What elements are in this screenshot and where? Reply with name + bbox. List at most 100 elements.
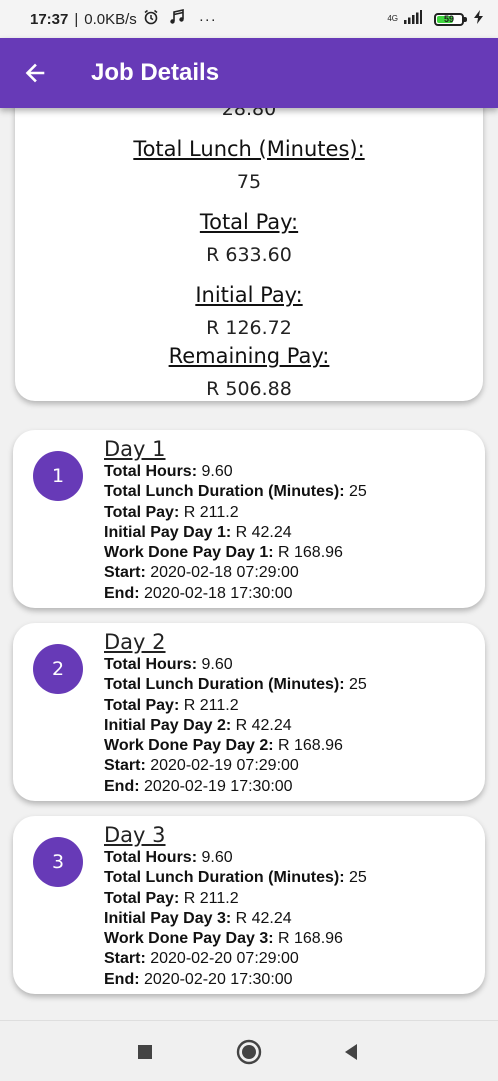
- end-row: End: 2020-02-19 17:30:00: [104, 777, 475, 797]
- total-lunch-value: 75: [236, 171, 262, 193]
- home-circle-icon: [236, 1039, 262, 1065]
- day-title: Day 1: [104, 437, 166, 461]
- row-label: Work Done Pay Day 1:: [104, 544, 274, 562]
- end-row: End: 2020-02-20 17:30:00: [104, 970, 475, 990]
- status-divider: |: [74, 10, 79, 28]
- status-time: 17:37: [30, 10, 69, 28]
- row-value: R 211.2: [183, 696, 239, 714]
- home-button[interactable]: [236, 1039, 262, 1065]
- signal-icon: [404, 10, 422, 28]
- row-value: R 168.96: [278, 737, 343, 755]
- remaining-pay-value: R 506.88: [206, 378, 292, 400]
- row-value: R 42.24: [235, 909, 292, 927]
- row-label: Total Hours:: [104, 849, 198, 866]
- row-label: Total Hours:: [104, 463, 198, 480]
- total-pay-row: Total Pay: R 211.2: [104, 696, 475, 716]
- total-pay-value: R 633.60: [206, 244, 292, 266]
- row-label: End:: [104, 970, 140, 988]
- row-value: R 211.2: [183, 503, 239, 521]
- remaining-pay-label: Remaining Pay:: [168, 344, 330, 368]
- back-nav-button[interactable]: [338, 1039, 364, 1065]
- work-done-pay-row: Work Done Pay Day 3: R 168.96: [104, 929, 475, 949]
- row-label: Total Lunch Duration (Minutes):: [104, 483, 345, 501]
- row-label: Total Pay:: [104, 696, 180, 714]
- day-card[interactable]: 2 Day 2 Total Hours: 9.60 Total Lunch Du…: [13, 623, 485, 801]
- row-label: Total Lunch Duration (Minutes):: [104, 869, 345, 887]
- day-card[interactable]: 1 Day 1 Total Hours: 9.60 Total Lunch Du…: [13, 430, 485, 608]
- row-value: 2020-02-20 07:29:00: [150, 950, 299, 968]
- row-label: Start:: [104, 564, 146, 582]
- initial-pay-row: Initial Pay Day 2: R 42.24: [104, 716, 475, 736]
- start-row: Start: 2020-02-19 07:29:00: [104, 756, 475, 776]
- day-card[interactable]: 3 Day 3 Total Hours: 9.60 Total Lunch Du…: [13, 816, 485, 994]
- back-button[interactable]: [0, 38, 70, 108]
- network-type-icon: 4G: [387, 15, 398, 23]
- day-number-badge: 1: [33, 451, 83, 501]
- row-value: 2020-02-18 07:29:00: [150, 564, 299, 582]
- job-summary-card: 28.80 Total Lunch (Minutes): 75 Total Pa…: [15, 70, 483, 401]
- start-row: Start: 2020-02-18 07:29:00: [104, 563, 475, 583]
- total-pay-row: Total Pay: R 211.2: [104, 503, 475, 523]
- recents-button[interactable]: [132, 1039, 158, 1065]
- battery-level: 59: [443, 14, 454, 24]
- network-type-label: 4G: [387, 14, 398, 23]
- row-value: R 211.2: [183, 889, 239, 907]
- day-number-badge: 2: [33, 644, 83, 694]
- row-value: 9.60: [201, 849, 233, 866]
- row-value: 2020-02-19 17:30:00: [144, 777, 293, 795]
- row-value: 9.60: [201, 463, 233, 480]
- system-nav-bar: [0, 1020, 498, 1081]
- total-pay-label: Total Pay:: [199, 210, 299, 234]
- music-icon: [169, 9, 185, 29]
- initial-pay-value: R 126.72: [206, 317, 292, 339]
- row-label: Total Lunch Duration (Minutes):: [104, 676, 345, 694]
- page-title: Job Details: [91, 59, 220, 86]
- row-value: 2020-02-19 07:29:00: [150, 757, 299, 775]
- row-label: Total Pay:: [104, 889, 180, 907]
- row-value: 2020-02-18 17:30:00: [144, 584, 293, 602]
- total-lunch-label: Total Lunch (Minutes):: [133, 137, 365, 161]
- battery-icon: 59: [434, 12, 467, 26]
- row-label: Start:: [104, 950, 146, 968]
- work-done-pay-row: Work Done Pay Day 2: R 168.96: [104, 736, 475, 756]
- total-pay-row: Total Pay: R 211.2: [104, 889, 475, 909]
- row-value: 25: [349, 676, 367, 694]
- row-label: Initial Pay Day 2:: [104, 716, 232, 734]
- row-value: R 42.24: [235, 523, 292, 541]
- lunch-duration-row: Total Lunch Duration (Minutes): 25: [104, 868, 475, 888]
- status-bar: 17:37 | 0.0KB/s ··· 4G 59: [0, 0, 498, 38]
- back-triangle-icon: [345, 1044, 357, 1060]
- row-label: Total Pay:: [104, 503, 180, 521]
- recents-square-icon: [138, 1045, 152, 1059]
- row-value: R 168.96: [278, 930, 343, 948]
- lunch-duration-row: Total Lunch Duration (Minutes): 25: [104, 482, 475, 502]
- row-label: Start:: [104, 757, 146, 775]
- network-speed: 0.0KB/s: [84, 10, 137, 28]
- alarm-icon: [143, 9, 159, 29]
- row-value: R 42.24: [235, 716, 292, 734]
- end-row: End: 2020-02-18 17:30:00: [104, 584, 475, 604]
- row-label: Initial Pay Day 3:: [104, 909, 232, 927]
- row-value: 9.60: [201, 656, 233, 673]
- row-value: 25: [349, 483, 367, 501]
- row-value: R 168.96: [278, 544, 343, 562]
- charging-icon: [474, 10, 484, 28]
- total-hours-row: Total Hours: 9.60: [104, 655, 475, 675]
- total-hours-row: Total Hours: 9.60: [104, 848, 475, 868]
- lunch-duration-row: Total Lunch Duration (Minutes): 25: [104, 675, 475, 695]
- row-label: End:: [104, 777, 140, 795]
- row-label: Total Hours:: [104, 656, 198, 673]
- day-number-badge: 3: [33, 837, 83, 887]
- app-bar: Job Details: [0, 38, 498, 108]
- more-icon: ···: [198, 10, 217, 28]
- back-arrow-icon: [25, 63, 45, 83]
- initial-pay-row: Initial Pay Day 3: R 42.24: [104, 909, 475, 929]
- row-value: 25: [349, 869, 367, 887]
- row-value: 2020-02-20 17:30:00: [144, 970, 293, 988]
- row-label: Work Done Pay Day 3:: [104, 930, 274, 948]
- row-label: End:: [104, 584, 140, 602]
- start-row: Start: 2020-02-20 07:29:00: [104, 949, 475, 969]
- total-hours-row: Total Hours: 9.60: [104, 462, 475, 482]
- initial-pay-label: Initial Pay:: [195, 283, 303, 307]
- work-done-pay-row: Work Done Pay Day 1: R 168.96: [104, 543, 475, 563]
